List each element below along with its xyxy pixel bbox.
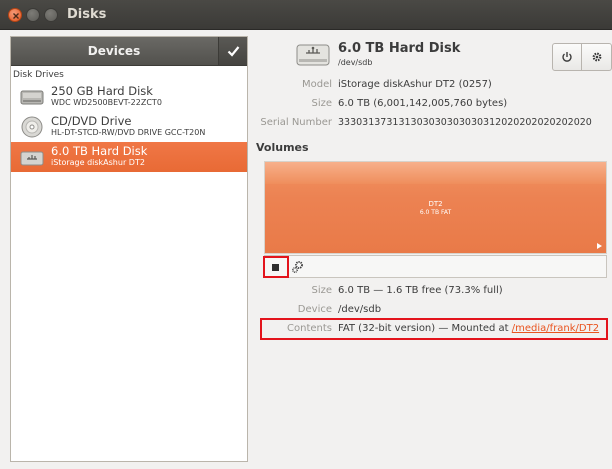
drive-item-250gb[interactable]: 250 GB Hard Disk WDC WD2500BEVT-22ZCT0 [11,82,247,112]
volume-size-label: Size [311,285,332,296]
serial-value: 3330313731313030303030303120202020202020… [338,117,592,128]
volumes-heading: Volumes [256,141,309,154]
drive-name: 6.0 TB Hard Disk [51,144,148,158]
size-value: 6.0 TB (6,001,142,005,760 bytes) [338,98,508,109]
window-title: Disks [67,7,107,22]
device-value: /dev/sdb [338,304,382,315]
select-mode-button[interactable] [218,37,247,65]
serial-label: Serial Number [260,117,332,128]
usb-drive-icon [296,44,330,66]
devices-title: Devices [87,44,141,58]
size-label: Size [311,98,332,109]
partition-name: DT2 [428,200,443,208]
gear-icon [592,52,601,62]
volume-toolbar [264,255,607,278]
drive-item-cd-dvd[interactable]: CD/DVD Drive HL-DT-STCD-RW/DVD DRIVE GCC… [11,112,247,142]
disk-drives-section-label: Disk Drives [13,70,64,80]
close-window-button[interactable] [8,8,22,22]
optical-disc-icon [21,116,43,138]
disk-actions [552,43,612,71]
drive-item-6tb[interactable]: 6.0 TB Hard Disk iStorage diskAshur DT2 [11,142,247,172]
drive-model: iStorage diskAshur DT2 [51,158,145,167]
power-icon [562,52,572,62]
minimize-window-button[interactable] [26,8,40,22]
highlight-box-contents [260,318,608,340]
devices-panel: Devices Disk Drives 250 GB Hard Disk WDC… [10,36,248,462]
partition-bar[interactable]: DT2 6.0 TB FAT [264,161,607,254]
maximize-window-button[interactable] [44,8,58,22]
model-value: iStorage diskAshur DT2 (0257) [338,79,492,90]
drive-model: HL-DT-STCD-RW/DVD DRIVE GCC-T20N [51,128,206,137]
model-label: Model [301,79,332,90]
devices-header: Devices [11,37,247,66]
disk-title: 6.0 TB Hard Disk [338,41,461,56]
volume-size-value: 6.0 TB — 1.6 TB free (73.3% full) [338,285,503,296]
volume-options-gear-icon[interactable] [290,259,306,275]
device-label: Device [297,304,332,315]
drive-name: 250 GB Hard Disk [51,84,153,98]
hard-disk-icon [20,90,44,105]
title-bar: Disks [0,0,612,30]
drive-options-button[interactable] [582,43,612,71]
partition-size: 6.0 TB FAT [419,209,452,216]
highlight-box-unmount [263,256,289,278]
drive-name: CD/DVD Drive [51,114,132,128]
close-icon [13,13,19,19]
checkmark-icon [227,46,240,57]
drive-model: WDC WD2500BEVT-22ZCT0 [51,98,162,107]
play-icon [597,243,602,249]
disk-path: /dev/sdb [338,58,373,67]
power-off-button[interactable] [552,43,582,71]
partition-bar-top [265,162,606,184]
usb-drive-icon [20,151,44,166]
